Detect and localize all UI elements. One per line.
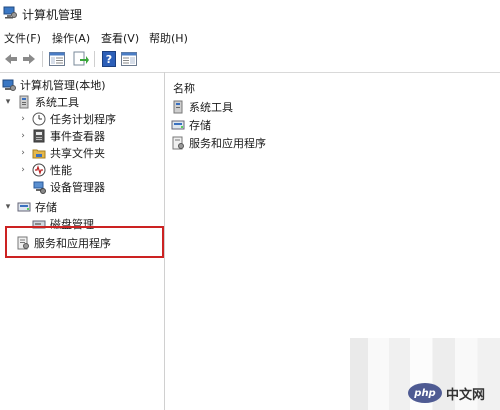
list-item-services-and-applications[interactable]: 服务和应用程序 bbox=[171, 134, 266, 151]
properties-pane-icon[interactable] bbox=[120, 50, 138, 68]
tree-label: 存储 bbox=[35, 200, 57, 214]
watermark-logo: php 中文网 bbox=[408, 382, 496, 404]
menu-action[interactable]: 操作(A) bbox=[52, 30, 90, 46]
storage-icon bbox=[171, 118, 185, 132]
menu-help[interactable]: 帮助(H) bbox=[149, 30, 188, 46]
shared-folder-icon bbox=[32, 146, 46, 160]
toolbar: ? bbox=[0, 46, 500, 73]
storage-icon bbox=[17, 200, 31, 214]
tree-node-shared-folders[interactable]: › 共享文件夹 bbox=[18, 144, 105, 161]
tree-node-storage[interactable]: ▾ 存储 bbox=[3, 198, 57, 215]
chevron-right-icon[interactable]: › bbox=[18, 165, 28, 175]
tree-node-root[interactable]: 计算机管理(本地) bbox=[2, 76, 106, 93]
tree-label: 系统工具 bbox=[35, 95, 79, 109]
event-viewer-icon bbox=[32, 129, 46, 143]
clock-icon bbox=[32, 112, 46, 126]
chevron-right-icon[interactable]: › bbox=[18, 148, 28, 158]
watermark-text: 中文网 bbox=[446, 387, 486, 403]
list-item-label: 系统工具 bbox=[189, 100, 233, 114]
svg-text:?: ? bbox=[106, 53, 112, 66]
menu-file[interactable]: 文件(F) bbox=[4, 30, 41, 46]
computer-management-icon bbox=[3, 6, 17, 19]
performance-icon bbox=[32, 163, 46, 177]
tree-node-performance[interactable]: › 性能 bbox=[18, 161, 72, 178]
tree-node-system-tools[interactable]: ▾ 系统工具 bbox=[3, 93, 79, 110]
show-tree-icon[interactable] bbox=[48, 50, 66, 68]
toolbox-icon bbox=[171, 100, 185, 114]
tree-label: 共享文件夹 bbox=[50, 146, 105, 160]
chevron-right-icon[interactable]: › bbox=[18, 131, 28, 141]
forward-arrow-icon[interactable] bbox=[20, 50, 38, 68]
column-header-name[interactable]: 名称 bbox=[173, 80, 195, 96]
list-item-label: 服务和应用程序 bbox=[189, 136, 266, 150]
help-icon[interactable]: ? bbox=[100, 50, 118, 68]
list-item-label: 存储 bbox=[189, 118, 211, 132]
list-item-system-tools[interactable]: 系统工具 bbox=[171, 98, 233, 115]
tree-label: 性能 bbox=[50, 163, 72, 177]
php-logo: php bbox=[408, 383, 442, 403]
tree-node-device-manager[interactable]: 设备管理器 bbox=[32, 178, 105, 195]
device-manager-icon bbox=[32, 180, 46, 194]
highlight-box bbox=[5, 226, 164, 258]
window-title: 计算机管理 bbox=[22, 8, 83, 22]
computer-management-icon bbox=[2, 78, 16, 92]
export-list-icon[interactable] bbox=[72, 50, 90, 68]
tree-label: 事件查看器 bbox=[50, 129, 105, 143]
tree-label: 设备管理器 bbox=[50, 180, 105, 194]
chevron-down-icon[interactable]: ▾ bbox=[3, 97, 13, 107]
chevron-down-icon[interactable]: ▾ bbox=[3, 202, 13, 212]
toolbar-separator bbox=[42, 51, 43, 67]
title-bar: 计算机管理 bbox=[0, 0, 500, 27]
toolbar-separator bbox=[94, 51, 95, 67]
back-arrow-icon[interactable] bbox=[2, 50, 20, 68]
menu-view[interactable]: 查看(V) bbox=[101, 30, 139, 46]
chevron-right-icon[interactable]: › bbox=[18, 114, 28, 124]
tree-label: 任务计划程序 bbox=[50, 112, 116, 126]
toolbox-icon bbox=[17, 95, 31, 109]
list-item-storage[interactable]: 存储 bbox=[171, 116, 211, 133]
tree-label: 计算机管理(本地) bbox=[20, 78, 106, 92]
services-icon bbox=[171, 136, 185, 150]
menu-bar: 文件(F) 操作(A) 查看(V) 帮助(H) bbox=[0, 28, 500, 46]
tree-node-task-scheduler[interactable]: › 任务计划程序 bbox=[18, 110, 116, 127]
tree-node-event-viewer[interactable]: › 事件查看器 bbox=[18, 127, 105, 144]
